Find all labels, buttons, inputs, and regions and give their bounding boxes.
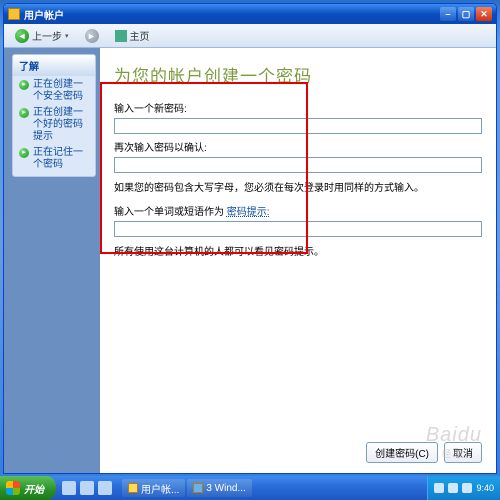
home-button[interactable]: 主页 [110, 26, 155, 45]
quick-launch-item[interactable] [98, 481, 112, 495]
back-icon: ◄ [15, 29, 29, 43]
confirm-password-input[interactable] [114, 157, 482, 173]
sidebar-item-label: 正在记住一个密码 [33, 147, 89, 171]
window-title: 用户帐户 [24, 7, 64, 22]
clock[interactable]: 9:40 [476, 483, 494, 493]
label-confirm-password: 再次输入密码以确认: [114, 139, 482, 154]
task-label: 用户帐... [141, 481, 179, 496]
forward-icon: ► [85, 29, 99, 43]
sidebar-item-secure-password[interactable]: ▸ 正在创建一个安全密码 [13, 77, 95, 105]
titlebar[interactable]: 用户帐户 – ▢ ✕ [4, 4, 496, 24]
task-label: 3 Wind... [206, 483, 245, 494]
cancel-button[interactable]: 取消 [444, 442, 482, 463]
tray-icon[interactable] [462, 483, 472, 493]
start-button[interactable]: 开始 [0, 476, 56, 500]
learn-panel: 了解 ▸ 正在创建一个安全密码 ▸ 正在创建一个好的密码提示 ▸ 正在记住一个密码 [12, 54, 96, 177]
start-label: 开始 [24, 481, 44, 496]
label-hint: 输入一个单词或短语作为 密码提示: [114, 203, 482, 218]
home-icon [115, 30, 127, 42]
forward-button[interactable]: ► [80, 27, 104, 45]
password-hint-link[interactable]: 密码提示: [227, 207, 270, 218]
maximize-button[interactable]: ▢ [458, 7, 474, 21]
home-label: 主页 [130, 28, 150, 43]
page-title: 为您的帐户创建一个密码 [114, 62, 482, 87]
back-label: 上一步 [32, 28, 62, 43]
tray-icon[interactable] [434, 483, 444, 493]
quick-launch [56, 481, 118, 495]
user-accounts-window: 用户帐户 – ▢ ✕ ◄ 上一步 ▾ ► 主页 [3, 3, 497, 474]
label-new-password: 输入一个新密码: [114, 100, 482, 115]
hint-label-prefix: 输入一个单词或短语作为 [114, 207, 227, 218]
create-password-button[interactable]: 创建密码(C) [366, 442, 438, 463]
close-button[interactable]: ✕ [476, 7, 492, 21]
task-icon: ▸ [19, 80, 29, 90]
quick-launch-item[interactable] [80, 481, 94, 495]
sidebar-item-label: 正在创建一个好的密码提示 [33, 107, 89, 143]
task-icon: ▸ [19, 108, 29, 118]
taskbar: 开始 用户帐... 3 Wind... 9:40 [0, 476, 500, 500]
taskbar-task-user-accounts[interactable]: 用户帐... [122, 479, 185, 497]
sidebar-item-password-hint[interactable]: ▸ 正在创建一个好的密码提示 [13, 105, 95, 145]
tray-icon[interactable] [448, 483, 458, 493]
learn-heading: 了解 [13, 55, 95, 76]
task-icon: ▸ [19, 148, 29, 158]
toolbar: ◄ 上一步 ▾ ► 主页 [4, 24, 496, 48]
task-icon [193, 483, 203, 493]
taskbar-task-group[interactable]: 3 Wind... [187, 479, 251, 497]
windows-logo-icon [6, 481, 20, 495]
back-button[interactable]: ◄ 上一步 ▾ [10, 26, 74, 45]
minimize-button[interactable]: – [440, 7, 456, 21]
quick-launch-item[interactable] [62, 481, 76, 495]
chevron-down-icon: ▾ [65, 32, 69, 40]
hint-input[interactable] [114, 221, 482, 237]
task-icon [128, 483, 138, 493]
app-icon [8, 8, 20, 20]
sidebar-item-remember-password[interactable]: ▸ 正在记住一个密码 [13, 145, 95, 173]
hint-visibility-note: 所有使用这台计算机的人都可以看见密码提示。 [114, 243, 482, 258]
new-password-input[interactable] [114, 118, 482, 134]
sidebar-item-label: 正在创建一个安全密码 [33, 79, 89, 103]
caps-tip: 如果您的密码包含大写字母，您必须在每次登录时用同样的方式输入。 [114, 179, 482, 194]
main-content: 为您的帐户创建一个密码 输入一个新密码: 再次输入密码以确认: 如果您的密码包含… [100, 48, 496, 473]
sidebar: 了解 ▸ 正在创建一个安全密码 ▸ 正在创建一个好的密码提示 ▸ 正在记住一个密码 [4, 48, 100, 473]
system-tray[interactable]: 9:40 [427, 476, 500, 500]
